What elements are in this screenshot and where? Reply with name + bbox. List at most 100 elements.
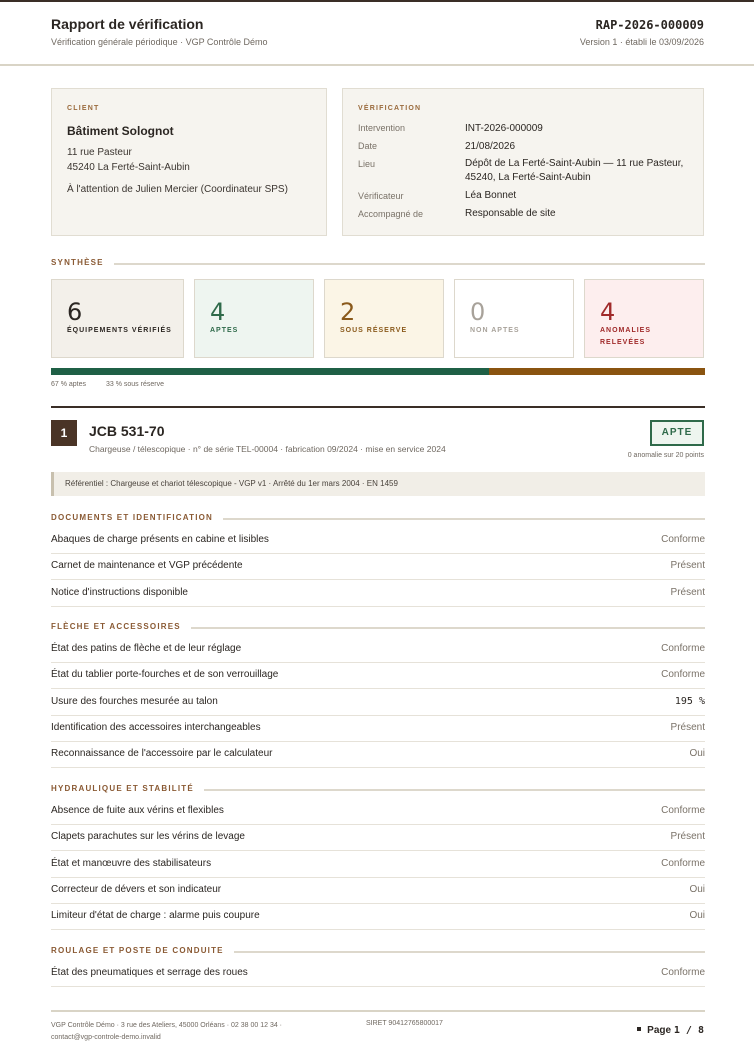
lieu-value-line1: Dépôt de La Ferté-Saint-Aubin — 11 rue P… — [465, 158, 684, 169]
checklist-item-label: Correcteur de dévers et son indicateur — [51, 883, 222, 895]
checklist-row: Usure des fourches mesurée au talon 195 % — [51, 690, 705, 716]
page-total: 8 — [697, 1025, 704, 1036]
checklist-row: Notice d'instructions disponible Présent — [51, 581, 705, 607]
footer-company: VGP Contrôle Démo · 3 rue des Ateliers, … — [51, 1020, 282, 1044]
stat-card-anomalies: 4 ANOMALIES RELEVÉES — [584, 279, 704, 358]
checklist-row: Limiteur d'état de charge : alarme puis … — [51, 904, 705, 931]
checklist-item-result: Présent — [670, 560, 705, 572]
stat-label: SOUS RÉSERVE — [340, 327, 408, 334]
checklist-item-label: Clapets parachutes sur les vérins de lev… — [51, 831, 245, 843]
checklist-row: Carnet de maintenance et VGP précédente P… — [51, 554, 705, 581]
footer-company-line1: VGP Contrôle Démo · 3 rue des Ateliers, … — [51, 1022, 282, 1029]
checklist-item-result: Conforme — [661, 534, 705, 545]
checklist-row: Absence de fuite aux vérins et flexibles… — [51, 799, 705, 825]
intervention-value: INT-2026-000009 — [465, 123, 543, 134]
checklist-item-result: 195 % — [674, 695, 705, 707]
stat-value: 4 — [600, 298, 616, 326]
checklist-item-label: Carnet de maintenance et VGP précédente — [51, 560, 243, 572]
top-border — [0, 0, 754, 2]
stat-card-non-aptes: 0 NON APTES — [454, 279, 574, 358]
checklist-item-result: Conforme — [661, 643, 705, 654]
synthese-title-text: SYNTHÈSE — [51, 257, 114, 269]
checklist-item-result: Présent — [670, 586, 705, 598]
checklist-row: Abaques de charge présents en cabine et … — [51, 528, 705, 554]
accompagne-key: Accompagné de — [358, 209, 424, 219]
section-title-text: ROULAGE ET POSTE DE CONDUITE — [51, 945, 234, 957]
checklist-row: État des patins de flèche et de leur rég… — [51, 637, 705, 663]
section-title: HYDRAULIQUE ET STABILITÉ — [51, 783, 705, 795]
checklist-item-label: Usure des fourches mesurée au talon — [51, 695, 218, 707]
stat-value: 2 — [340, 298, 356, 326]
lieu-value-line2: 45240, La Ferté-Saint-Aubin — [465, 172, 591, 183]
checklist-row: Identification des accessoires interchan… — [51, 716, 705, 742]
section-title: DOCUMENTS ET IDENTIFICATION — [51, 512, 705, 524]
stat-card-equipements: 6 ÉQUIPEMENTS VÉRIFIÉS — [51, 279, 184, 358]
stat-value: 6 — [67, 298, 83, 326]
section-title-text: FLÈCHE ET ACCESSOIRES — [51, 621, 191, 633]
stat-label: APTES — [210, 327, 239, 334]
checklist-item-label: État et manœuvre des stabilisateurs — [51, 857, 212, 869]
client-attention: À l'attention de Julien Mercier (Coordin… — [67, 184, 288, 195]
anomalies-count: 0 anomalie sur 20 points — [627, 452, 704, 459]
section-title-text: HYDRAULIQUE ET STABILITÉ — [51, 783, 204, 795]
checklist-item-label: État des pneumatiques et serrage des rou… — [51, 967, 248, 978]
checklist-item-label: Notice d'instructions disponible — [51, 586, 188, 598]
checklist-row: État et manœuvre des stabilisateurs Confo… — [51, 852, 705, 878]
status-badge: APTE — [650, 420, 704, 446]
stat-value: 0 — [470, 298, 486, 326]
stat-card-aptes: 4 APTES — [194, 279, 314, 358]
equipment-index: 1 — [51, 420, 77, 446]
report-number: RAP-2026-000009 — [595, 18, 704, 32]
stat-label: ANOMALIES RELEVÉES — [600, 325, 651, 349]
synthese-section-title: SYNTHÈSE — [51, 257, 705, 269]
checklist-row: État du tablier porte-fourches et de son… — [51, 663, 705, 690]
footer-company-email: contact@vgp-controle-demo.invalid — [51, 1034, 161, 1041]
section-title-text: DOCUMENTS ET IDENTIFICATION — [51, 512, 224, 524]
verification-label: VÉRIFICATION — [358, 105, 422, 112]
checklist-item-label: État des patins de flèche et de leur rég… — [51, 643, 242, 654]
checklist-item-result: Oui — [689, 910, 705, 922]
accompagne-value: Responsable de site — [465, 208, 556, 219]
checklist-row: Reconnaissance de l'accessoire par le ca… — [51, 742, 705, 769]
square-bullet-icon — [637, 1027, 642, 1032]
checklist-item-label: Abaques de charge présents en cabine et … — [51, 534, 269, 545]
checklist-item-result: Conforme — [661, 669, 705, 681]
client-name: Bâtiment Solognot — [67, 124, 174, 138]
checklist-item-label: Absence de fuite aux vérins et flexibles — [51, 805, 224, 816]
stat-value: 4 — [210, 298, 226, 326]
checklist-item-label: Identification des accessoires interchan… — [51, 721, 261, 733]
stat-label: ÉQUIPEMENTS VÉRIFIÉS — [67, 327, 172, 334]
checklist-item-label: Limiteur d'état de charge : alarme puis … — [51, 910, 260, 922]
client-label: CLIENT — [67, 105, 100, 112]
checklist-item-label: Reconnaissance de l'accessoire par le ca… — [51, 748, 273, 760]
equipment-name: JCB 531-70 — [89, 423, 165, 439]
checklist-item-result: Conforme — [661, 805, 705, 816]
progress-bar-sous-reserve — [489, 368, 705, 375]
checklist-item-result: Conforme — [661, 857, 705, 869]
stat-label: NON APTES — [470, 327, 520, 334]
lieu-key: Lieu — [358, 159, 376, 169]
verificateur-key: Vérificateur — [358, 191, 404, 201]
report-title: Rapport de vérification — [51, 16, 204, 32]
checklist-item-result: Présent — [670, 721, 705, 733]
report-subtitle: Vérification générale périodique · VGP C… — [51, 37, 268, 47]
verificateur-value: Léa Bonnet — [465, 190, 517, 201]
referentiel-note: Référentiel : Chargeuse et chariot téles… — [51, 472, 705, 496]
verification-box: VÉRIFICATION Intervention INT-2026-00000… — [342, 88, 704, 236]
stat-label-line1: ANOMALIES — [600, 327, 651, 334]
stat-card-sous-reserve: 2 SOUS RÉSERVE — [324, 279, 444, 358]
checklist-item-label: État du tablier porte-fourches et de son… — [51, 669, 279, 681]
page-separator: / — [685, 1025, 692, 1036]
date-key: Date — [358, 141, 378, 151]
header-divider — [0, 64, 754, 66]
checklist-item-result: Présent — [670, 831, 705, 843]
caption-aptes: 67 % aptes — [51, 381, 87, 388]
stat-label-line2: RELEVÉES — [600, 339, 646, 346]
equipment-divider — [51, 406, 705, 408]
client-address-line1: 11 rue Pasteur — [67, 147, 132, 158]
checklist-row: État des pneumatiques et serrage des rou… — [51, 961, 705, 987]
date-value: 21/08/2026 — [465, 141, 516, 152]
checklist-item-result: Conforme — [661, 967, 705, 978]
report-header: Rapport de vérification Vérification gén… — [51, 16, 704, 56]
footer-siret: SIRET 90412765800017 — [366, 1020, 443, 1027]
